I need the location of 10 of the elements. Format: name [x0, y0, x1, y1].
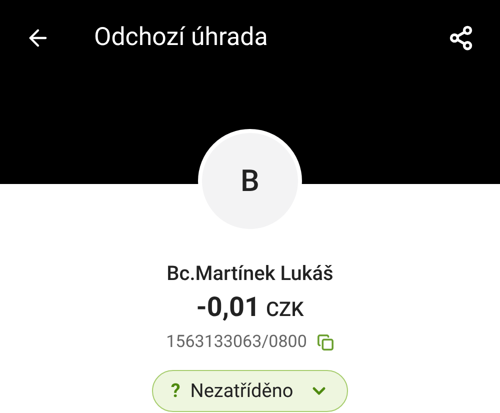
- copy-button[interactable]: [316, 334, 334, 350]
- amount: -0,01: [196, 290, 260, 324]
- screen-title: Odchozí úhrada: [94, 22, 268, 54]
- currency: CZK: [266, 296, 304, 323]
- account-number: 1563133063/0800: [166, 331, 307, 354]
- category-chip[interactable]: ? Nezatříděno: [152, 370, 348, 412]
- copy-icon: [316, 334, 334, 350]
- counterparty-name: Bc.Martínek Lukáš: [166, 260, 334, 286]
- question-mark-icon: ?: [170, 376, 180, 406]
- share-icon: [448, 25, 474, 51]
